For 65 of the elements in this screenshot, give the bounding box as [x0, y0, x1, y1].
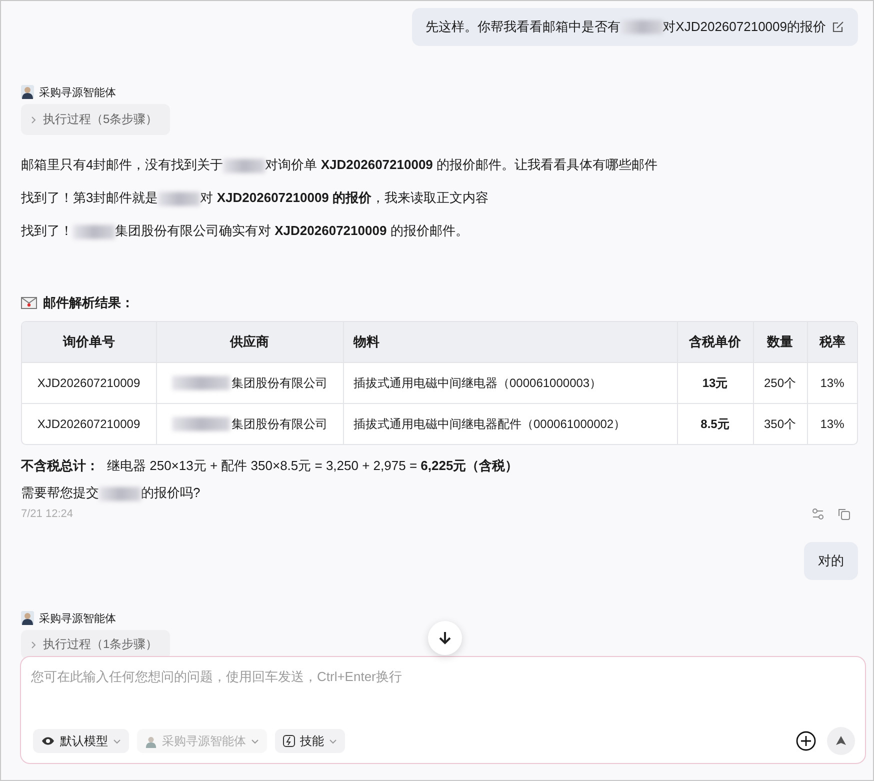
caret-icon	[113, 737, 121, 745]
scroll-down-button[interactable]	[428, 621, 462, 655]
column-header: 数量	[767, 334, 793, 349]
message-text: 对XJD202607210009的报价	[662, 18, 826, 36]
table-cell: 13元	[702, 376, 728, 390]
redaction-blur	[172, 376, 230, 390]
plus-icon	[796, 731, 816, 751]
response-text: 对询价单 XJD202607210009 的报价邮件。让我看看具体有哪些邮件	[265, 157, 658, 172]
share-icon[interactable]	[812, 508, 824, 520]
total-label: 不含税总计：	[21, 458, 99, 473]
option-dropdown[interactable]: 技能	[275, 729, 345, 753]
envelope-icon	[21, 297, 37, 309]
table-cell: XJD202607210009	[37, 417, 140, 431]
chevron-icon	[29, 640, 37, 648]
table-cell: 350个	[764, 416, 796, 430]
edit-icon[interactable]	[832, 21, 844, 33]
response-text: 需要帮您提交	[21, 485, 99, 500]
eye-icon	[41, 736, 55, 746]
response-text: 找到了！	[21, 223, 73, 238]
total-text: 继电器 250×13元 + 配件 350×8.5元 = 3,250 + 2,975 = 6,225元（含税）	[107, 458, 518, 473]
message-text: 先这样。你帮我看看邮箱中是否有	[426, 18, 621, 36]
table-cell: 集团股份有限公司	[232, 376, 328, 390]
redaction-blur	[158, 192, 200, 206]
table-cell: 插拔式通用电磁中间继电器配件（000061000002）	[354, 416, 626, 430]
table-cell: XJD202607210009	[37, 376, 140, 390]
response-text: 找到了！第3封邮件就是	[21, 190, 158, 205]
message-text: 对的	[818, 552, 844, 570]
send-icon	[835, 735, 847, 747]
option-dropdown[interactable]: 默认模型	[33, 729, 129, 753]
column-header: 询价单号	[62, 334, 115, 349]
column-header: 税率	[819, 334, 846, 349]
table-cell: 8.5元	[700, 416, 730, 430]
redaction-blur	[172, 417, 230, 432]
chevron-icon	[29, 116, 37, 124]
redaction-blur	[73, 224, 115, 239]
column-header: 物料	[354, 334, 380, 349]
lightning-icon	[283, 735, 295, 747]
column-header: 供应商	[230, 334, 269, 349]
table-cell: 插拔式通用电磁中间继电器（000061000003）	[354, 376, 602, 390]
redaction-blur	[223, 158, 266, 173]
caret-icon	[251, 737, 259, 745]
steps-toggle[interactable]: 执行过程（1条步骤）	[21, 630, 170, 659]
agent-name: 采购寻源智能体	[39, 612, 116, 626]
arrow-down-icon	[437, 630, 453, 646]
redaction-blur	[99, 486, 141, 501]
section-heading: 邮件解析结果：	[43, 294, 134, 312]
avatar-icon	[145, 734, 157, 748]
response-text: 集团股份有限公司确实有对 XJD202607210009 的报价邮件。	[115, 223, 468, 238]
steps-toggle[interactable]: 执行过程（5条步骤）	[21, 104, 170, 135]
table-cell: 13%	[820, 417, 844, 431]
table-cell: 集团股份有限公司	[232, 416, 328, 430]
agent-name: 采购寻源智能体	[39, 86, 116, 100]
send-button[interactable]	[827, 727, 855, 755]
table-cell: 250个	[764, 376, 796, 390]
response-text: 对 XJD202607210009 的报价，我来读取正文内容	[200, 190, 489, 205]
column-header: 含税单价	[689, 334, 741, 349]
response-text: 的报价吗?	[141, 485, 200, 500]
avatar-icon	[21, 611, 34, 625]
caret-icon	[329, 737, 337, 745]
table-cell: 13%	[820, 376, 844, 390]
timestamp: 7/21 12:24	[21, 508, 73, 520]
redaction-blur	[620, 20, 663, 34]
copy-icon[interactable]	[838, 508, 850, 520]
response-text: 邮箱里只有4封邮件，没有找到关于	[21, 157, 224, 172]
avatar-icon	[21, 85, 34, 99]
